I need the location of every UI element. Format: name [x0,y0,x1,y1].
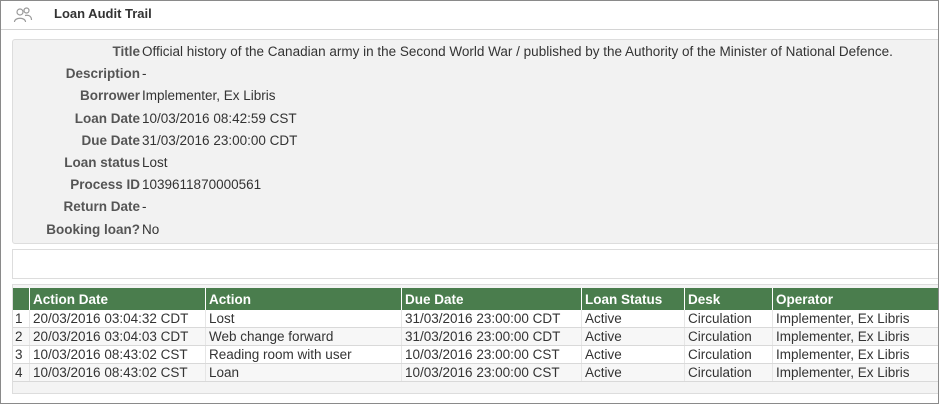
cell-desk: Circulation [684,327,773,346]
detail-value-title: Official history of the Canadian army in… [142,44,893,59]
loan-audit-trail-window: Loan Audit Trail Title Official history … [0,0,939,404]
cell-desk: Circulation [684,345,773,364]
table-row[interactable]: 1 20/03/2016 03:04:32 CDT Lost 31/03/201… [13,310,938,328]
cell-operator: Implementer, Ex Libris [772,363,938,382]
detail-label: Return Date [63,199,140,214]
detail-label: Due Date [81,133,140,148]
loan-details-panel: Title Official history of the Canadian a… [12,39,938,244]
detail-row-loan-date: Loan Date 10/03/2016 08:42:59 CST [13,111,938,131]
detail-value-booking-loan: No [142,222,160,237]
detail-row-title: Title Official history of the Canadian a… [13,44,938,64]
toolbar-panel [12,249,938,279]
cell-action: Web change forward [205,327,402,346]
page-title: Loan Audit Trail [54,6,152,21]
detail-row-due-date: Due Date 31/03/2016 23:00:00 CDT [13,133,938,153]
detail-row-borrower: Borrower Implementer, Ex Libris [13,88,938,108]
cell-loan-status: Active [581,327,685,346]
cell-desk: Circulation [684,363,773,382]
cell-due-date: 31/03/2016 23:00:00 CDT [401,327,582,346]
cell-due-date: 31/03/2016 23:00:00 CDT [401,310,582,328]
detail-label: Description [65,66,140,81]
cell-loan-status: Active [581,345,685,364]
detail-value-loan-date: 10/03/2016 08:42:59 CST [142,111,297,126]
detail-label: Process ID [70,177,140,192]
detail-row-return-date: Return Date - [13,199,938,219]
people-icon [13,6,33,24]
cell-action: Reading room with user [205,345,402,364]
cell-due-date: 10/03/2016 23:00:00 CST [401,345,582,364]
table-header-row: Action Date Action Due Date Loan Status … [13,288,938,310]
column-header-loan-status[interactable]: Loan Status [581,288,685,310]
detail-value-due-date: 31/03/2016 23:00:00 CDT [142,133,298,148]
row-index: 2 [13,327,30,346]
cell-operator: Implementer, Ex Libris [772,327,938,346]
audit-table: Action Date Action Due Date Loan Status … [13,288,938,382]
column-header-action-date[interactable]: Action Date [29,288,206,310]
audit-table-container: Action Date Action Due Date Loan Status … [12,284,938,394]
row-index: 1 [13,310,30,328]
detail-label: Title [112,44,140,59]
column-header-desk[interactable]: Desk [684,288,773,310]
cell-action: Lost [205,310,402,328]
detail-label: Borrower [79,88,140,103]
detail-label: Loan status [64,155,140,170]
column-header-action[interactable]: Action [205,288,402,310]
detail-row-loan-status: Loan status Lost [13,155,938,175]
detail-label: Loan Date [74,111,140,126]
detail-row-process-id: Process ID 1039611870000561 [13,177,938,197]
detail-row-description: Description - [13,66,938,86]
column-header-operator[interactable]: Operator [772,288,938,310]
column-header-due-date[interactable]: Due Date [401,288,582,310]
detail-value-process-id: 1039611870000561 [142,177,262,192]
detail-value-borrower: Implementer, Ex Libris [142,88,276,103]
column-header-index [13,288,30,310]
title-bar: Loan Audit Trail [1,1,938,30]
cell-action: Loan [205,363,402,382]
row-index: 3 [13,345,30,364]
cell-loan-status: Active [581,310,685,328]
row-index: 4 [13,363,30,382]
cell-desk: Circulation [684,310,773,328]
detail-row-booking-loan: Booking loan? No [13,222,938,242]
table-row[interactable]: 4 10/03/2016 08:43:02 CST Loan 10/03/201… [13,363,938,382]
cell-due-date: 10/03/2016 23:00:00 CST [401,363,582,382]
detail-label: Booking loan? [46,222,140,237]
table-row[interactable]: 3 10/03/2016 08:43:02 CST Reading room w… [13,345,938,364]
cell-action-date: 10/03/2016 08:43:02 CST [29,363,206,382]
cell-loan-status: Active [581,363,685,382]
cell-action-date: 20/03/2016 03:04:32 CDT [29,310,206,328]
detail-value-description: - [142,66,147,81]
detail-value-return-date: - [142,199,147,214]
table-row[interactable]: 2 20/03/2016 03:04:03 CDT Web change for… [13,327,938,346]
detail-value-loan-status: Lost [142,155,168,170]
cell-action-date: 20/03/2016 03:04:03 CDT [29,327,206,346]
cell-operator: Implementer, Ex Libris [772,345,938,364]
cell-action-date: 10/03/2016 08:43:02 CST [29,345,206,364]
cell-operator: Implementer, Ex Libris [772,310,938,328]
